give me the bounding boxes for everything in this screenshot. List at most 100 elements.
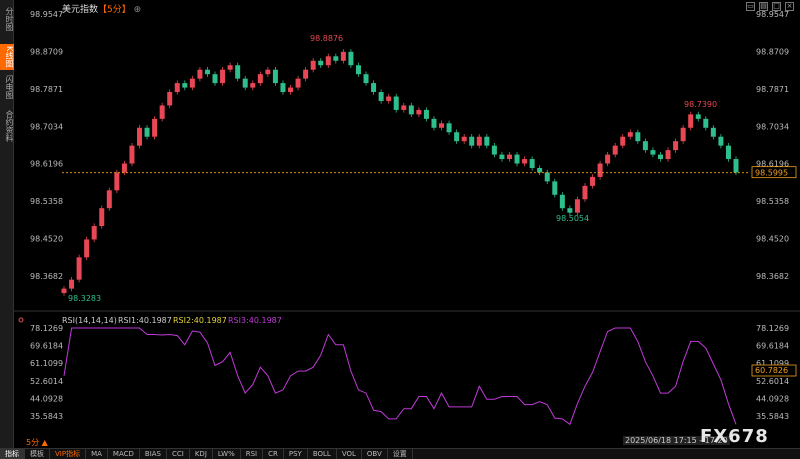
- candle-body: [280, 83, 286, 93]
- price-tick-left: 98.3682: [30, 272, 63, 281]
- rsi-line: [63, 327, 737, 426]
- candle-body: [257, 74, 263, 84]
- candle-body: [371, 83, 377, 93]
- candle-body: [325, 56, 331, 66]
- candle-body: [725, 145, 731, 160]
- rsi-tick-left: 69.6184: [30, 342, 63, 351]
- indicator-tab[interactable]: VOL: [337, 449, 362, 459]
- candle-body: [552, 181, 558, 195]
- rsi-settings-icon[interactable]: [18, 317, 24, 323]
- price-tick-right: 98.3682: [756, 272, 789, 281]
- rsi-tick-left: 44.0928: [30, 394, 63, 403]
- indicator-tab[interactable]: 指标: [0, 449, 25, 459]
- candle-body: [121, 163, 127, 173]
- rsi-current-label: 60.7826: [755, 366, 788, 375]
- indicator-tab[interactable]: 模板: [25, 449, 50, 459]
- watermark-logo: FX678: [700, 426, 769, 447]
- rsi-tick-left: 78.1269: [30, 324, 63, 333]
- price-tick-right: 98.5358: [756, 197, 789, 206]
- candle-body: [144, 127, 150, 137]
- indicator-tab[interactable]: KDJ: [190, 449, 213, 459]
- candle-body: [401, 105, 407, 110]
- candle-body: [348, 51, 354, 66]
- indicator-tab[interactable]: BIAS: [140, 449, 167, 459]
- candle-body: [733, 159, 739, 173]
- candle-body: [288, 87, 294, 93]
- candle-body: [386, 96, 392, 101]
- candle-body: [340, 51, 346, 61]
- price-tick-left: 98.7871: [30, 85, 63, 94]
- rsi-tick-left: 61.1099: [30, 359, 63, 368]
- candle-body: [61, 288, 67, 294]
- candle-body: [227, 65, 233, 70]
- candle-body: [688, 114, 694, 128]
- candle-body: [590, 176, 596, 186]
- price-tick-right: 98.7034: [756, 122, 789, 131]
- candle-body: [76, 257, 82, 280]
- candle-body: [642, 141, 648, 151]
- candle-body: [469, 136, 475, 146]
- candle-body: [529, 159, 535, 168]
- candle-body: [597, 163, 603, 177]
- candle-body: [303, 69, 309, 79]
- candle-body: [703, 118, 709, 128]
- candle-body: [620, 136, 626, 146]
- candle-body: [695, 114, 701, 119]
- candle-body: [537, 167, 543, 173]
- candle-body: [318, 60, 324, 66]
- candle-body: [431, 118, 437, 128]
- price-tick-right: 98.9547: [756, 10, 789, 19]
- candle-body: [627, 132, 633, 137]
- rsi2-value: RSI2:40.1987: [173, 316, 227, 325]
- indicator-tab[interactable]: CCI: [167, 449, 190, 459]
- candle-body: [355, 65, 361, 75]
- low-annotation: 98.3283: [68, 294, 101, 303]
- price-tick-right: 98.8709: [756, 47, 789, 56]
- candle-body: [718, 136, 724, 146]
- low2-annotation: 98.5054: [556, 214, 589, 223]
- candle-body: [152, 118, 158, 137]
- candle-body: [204, 69, 210, 75]
- candle-body: [310, 60, 316, 70]
- price-tick-left: 98.4520: [30, 235, 63, 244]
- period-select[interactable]: 5分 ▲: [26, 437, 48, 448]
- rsi3-value: RSI3:40.1987: [228, 316, 282, 325]
- high2-annotation: 98.7390: [684, 100, 717, 109]
- current-price-label: 98.5995: [755, 169, 788, 178]
- indicator-tab[interactable]: PSY: [284, 449, 308, 459]
- candle-body: [454, 132, 460, 142]
- rsi-tick-right: 78.1269: [756, 324, 789, 333]
- indicator-tab[interactable]: 设置: [388, 449, 413, 459]
- candle-body: [99, 208, 105, 227]
- candle-body: [499, 154, 505, 160]
- candle-body: [522, 159, 528, 164]
- candle-body: [567, 208, 573, 213]
- indicator-tab[interactable]: MACD: [108, 449, 140, 459]
- candle-body: [378, 92, 384, 101]
- indicator-tab[interactable]: BOLL: [308, 449, 337, 459]
- candle-body: [559, 194, 565, 209]
- candle-body: [363, 74, 369, 84]
- price-tick-right: 98.4520: [756, 235, 789, 244]
- rsi-tick-right: 52.6014: [756, 377, 789, 386]
- price-chart[interactable]: 98.9547 98.8709 98.7871 98.7034 98.6196 98.53…: [0, 0, 800, 448]
- candle-body: [69, 279, 75, 289]
- indicator-tab[interactable]: MA: [86, 449, 108, 459]
- candle-body: [635, 132, 641, 142]
- indicator-tab[interactable]: RSI: [241, 449, 264, 459]
- candle-body: [174, 83, 180, 93]
- indicator-tab[interactable]: CR: [263, 449, 284, 459]
- price-tick-right: 98.7871: [756, 85, 789, 94]
- candle-body: [514, 154, 520, 164]
- indicator-tab[interactable]: VIP指标: [50, 449, 87, 459]
- rsi1-value: RSI1:40.1987: [118, 316, 172, 325]
- indicator-tab[interactable]: LW%: [213, 449, 241, 459]
- candle-body: [446, 123, 452, 133]
- candle-body: [710, 127, 716, 137]
- price-tick-left: 98.6196: [30, 160, 63, 169]
- indicator-tab[interactable]: OBV: [362, 449, 388, 459]
- indicator-bar: 指标 模板 VIP指标 MA MACD BIAS CCI KDJ LW% RSI CR PSY BOLL…: [0, 448, 800, 459]
- candle-body: [423, 109, 429, 119]
- candle-body: [220, 69, 226, 84]
- candle-body: [137, 127, 143, 146]
